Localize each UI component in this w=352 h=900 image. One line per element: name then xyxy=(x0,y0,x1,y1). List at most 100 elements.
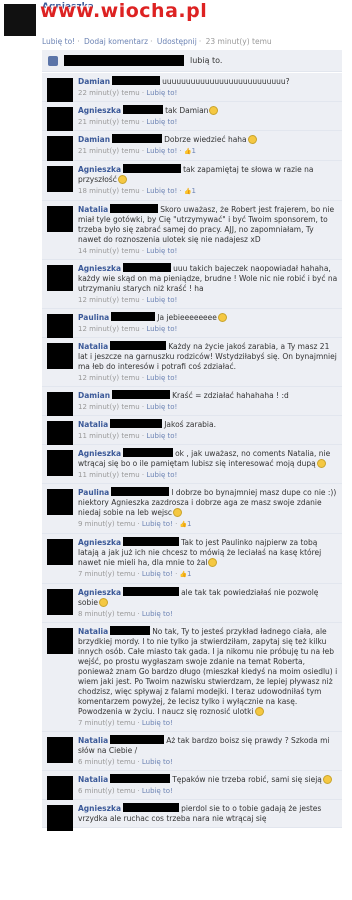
comment-author[interactable]: Damian xyxy=(78,135,110,144)
comment-author[interactable]: Natalia xyxy=(78,205,108,214)
avatar[interactable] xyxy=(47,421,73,447)
comment-author[interactable]: Agnieszka xyxy=(78,804,121,813)
avatar[interactable] xyxy=(47,343,73,369)
comment-author[interactable]: Natalia xyxy=(78,736,108,745)
avatar[interactable] xyxy=(47,166,73,192)
avatar[interactable] xyxy=(47,628,73,654)
comment-author[interactable]: Damian xyxy=(78,391,110,400)
comment-like-link[interactable]: Lubię to! xyxy=(146,89,177,97)
avatar[interactable] xyxy=(47,314,73,340)
comment-like-link[interactable]: Lubię to! xyxy=(142,758,173,766)
comment-author[interactable]: Natalia xyxy=(78,420,108,429)
comment-body: Paulina I dobrze bo bynajmniej masz dupe … xyxy=(78,484,342,533)
comment-author[interactable]: Agnieszka xyxy=(78,264,121,273)
comment-like-link[interactable]: Lubię to! xyxy=(146,247,177,255)
comment-author[interactable]: Natalia xyxy=(78,775,108,784)
comment-item: Agnieszka ale tak tak powiedziałaś nie po… xyxy=(42,584,342,623)
comment-body: Agnieszka ale tak tak powiedziałaś nie po… xyxy=(78,584,342,622)
comment-like-link[interactable]: Lubię to! xyxy=(142,719,173,727)
comment-time[interactable]: 18 minut(y) temu xyxy=(78,187,140,195)
comment-author[interactable]: Agnieszka xyxy=(78,165,121,174)
comment-text: Kraść = zdziałać hahahaha ! :d xyxy=(172,391,289,400)
comment-like-link[interactable]: Lubię to! xyxy=(142,520,173,528)
comment-like-link[interactable]: Lubię to! xyxy=(146,403,177,411)
comment-time[interactable]: 11 minut(y) temu xyxy=(78,471,140,479)
avatar[interactable] xyxy=(47,107,73,133)
comment-time[interactable]: 14 minut(y) temu xyxy=(78,247,140,255)
comment-body: Natalia Aż tak bardzo boisz się prawdy ? … xyxy=(78,732,342,770)
avatar[interactable] xyxy=(47,265,73,291)
comment-time[interactable]: 11 minut(y) temu xyxy=(78,432,140,440)
comment-like-link[interactable]: Lubię to! xyxy=(142,610,173,618)
comment-time[interactable]: 6 minut(y) temu xyxy=(78,787,135,795)
comment-time[interactable]: 12 minut(y) temu xyxy=(78,296,140,304)
comment-item: Paulina I dobrze bo bynajmniej masz dupe … xyxy=(42,484,342,534)
comment-meta: 8 minut(y) temu · Lubię to! xyxy=(78,610,173,618)
comment-author[interactable]: Natalia xyxy=(78,342,108,351)
comment-link[interactable]: Dodaj komentarz xyxy=(84,37,148,46)
comment-time[interactable]: 7 minut(y) temu xyxy=(78,719,135,727)
post-time[interactable]: 23 minut(y) temu xyxy=(206,37,272,46)
comment-author[interactable]: Natalia xyxy=(78,627,108,636)
smiley-icon xyxy=(98,598,108,607)
smiley-icon xyxy=(208,558,218,567)
comment-text: tak Damian xyxy=(165,106,209,115)
comment-item: Agnieszka pierdol sie to o tobie gadają ż… xyxy=(42,800,342,831)
redacted-surname xyxy=(112,134,163,143)
comment-time[interactable]: 7 minut(y) temu xyxy=(78,570,135,578)
comment-like-link[interactable]: Lubię to! xyxy=(146,147,177,155)
comment-feed: lubią to. Damian uuuuuuuuuuuuuuuuuuuuuuuu… xyxy=(42,50,342,831)
comment-author[interactable]: Paulina xyxy=(78,488,109,497)
comment-time[interactable]: 22 minut(y) temu xyxy=(78,89,140,97)
avatar[interactable] xyxy=(47,737,73,763)
share-link[interactable]: Udostępnij xyxy=(157,37,197,46)
comment-time[interactable]: 12 minut(y) temu xyxy=(78,325,140,333)
comment-body: Agnieszka tak zapamiętaj te słowa w razie… xyxy=(78,161,342,200)
like-count[interactable]: 1 xyxy=(180,520,192,528)
comment-author[interactable]: Agnieszka xyxy=(78,106,121,115)
comment-author[interactable]: Agnieszka xyxy=(78,538,121,547)
comment-meta: 12 minut(y) temu · Lubię to! xyxy=(78,325,178,333)
comment-time[interactable]: 12 minut(y) temu xyxy=(78,403,140,411)
like-count[interactable]: 1 xyxy=(184,147,196,155)
avatar[interactable] xyxy=(47,589,73,615)
avatar[interactable] xyxy=(47,776,73,802)
likes-bar: lubią to. xyxy=(42,50,342,72)
comment-time[interactable]: 8 minut(y) temu xyxy=(78,610,135,618)
comment-like-link[interactable]: Lubię to! xyxy=(146,296,177,304)
avatar[interactable] xyxy=(47,450,73,476)
comment-like-link[interactable]: Lubię to! xyxy=(146,471,177,479)
like-link[interactable]: Lubię to! xyxy=(42,37,75,46)
comment-time[interactable]: 9 minut(y) temu xyxy=(78,520,135,528)
comment-meta: 18 minut(y) temu · Lubię to! · 1 xyxy=(78,186,338,197)
comment-item: Agnieszka Tak to jest Paulinko najpierw z… xyxy=(42,534,342,584)
like-count[interactable]: 1 xyxy=(180,570,192,578)
comment-author[interactable]: Agnieszka xyxy=(78,588,121,597)
comment-author[interactable]: Paulina xyxy=(78,313,109,322)
comment-time[interactable]: 21 minut(y) temu xyxy=(78,118,140,126)
avatar[interactable] xyxy=(47,136,73,162)
comment-author[interactable]: Agnieszka xyxy=(78,449,121,458)
comment-like-link[interactable]: Lubię to! xyxy=(146,432,177,440)
like-count[interactable]: 1 xyxy=(184,187,196,195)
avatar[interactable] xyxy=(4,4,36,36)
comment-like-link[interactable]: Lubię to! xyxy=(146,187,177,195)
comment-time[interactable]: 6 minut(y) temu xyxy=(78,758,135,766)
comment-meta: 11 minut(y) temu · Lubię to! xyxy=(78,432,178,440)
avatar[interactable] xyxy=(47,206,73,232)
avatar[interactable] xyxy=(47,489,73,515)
comment-author[interactable]: Damian xyxy=(78,77,110,86)
avatar[interactable] xyxy=(47,539,73,565)
avatar[interactable] xyxy=(47,78,73,104)
comment-like-link[interactable]: Lubię to! xyxy=(146,374,177,382)
comment-like-link[interactable]: Lubię to! xyxy=(146,325,177,333)
comment-like-link[interactable]: Lubię to! xyxy=(142,787,173,795)
comment-like-link[interactable]: Lubię to! xyxy=(142,570,173,578)
comment-meta: 6 minut(y) temu · Lubię to! xyxy=(78,758,173,766)
comment-time[interactable]: 12 minut(y) temu xyxy=(78,374,140,382)
avatar[interactable] xyxy=(47,392,73,418)
comment-body: Agnieszka ok , jak uważasz, no coments Na… xyxy=(78,445,342,483)
comment-time[interactable]: 21 minut(y) temu xyxy=(78,147,140,155)
avatar[interactable] xyxy=(47,805,73,831)
comment-like-link[interactable]: Lubię to! xyxy=(146,118,177,126)
